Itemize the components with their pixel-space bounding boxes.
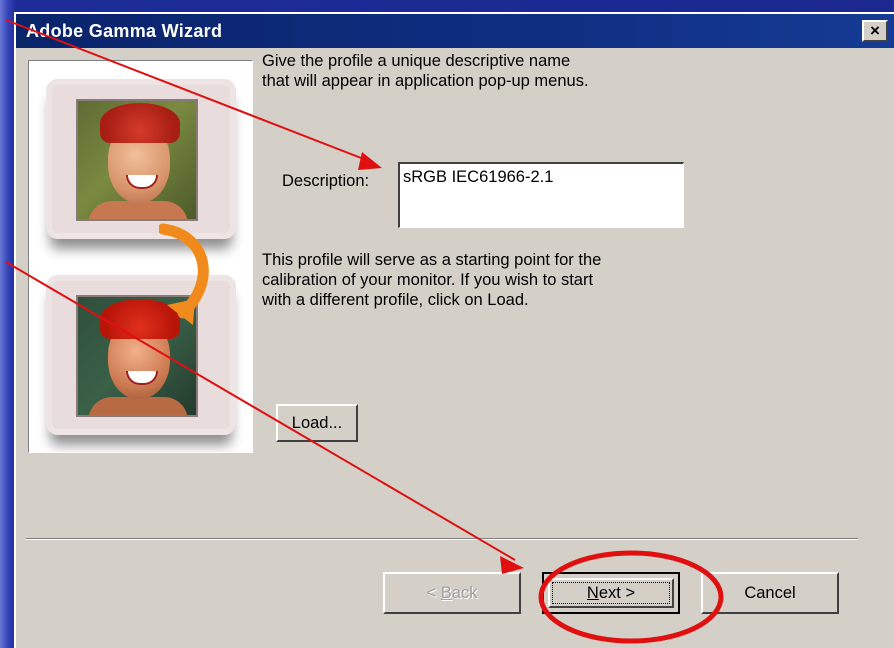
description-input[interactable]: sRGB IEC61966-2.1 bbox=[398, 162, 684, 228]
back-button[interactable]: < Back bbox=[383, 572, 521, 614]
footer-separator bbox=[26, 538, 858, 540]
load-button-label: Load... bbox=[291, 414, 343, 432]
intro-text: Give the profile a unique descriptive na… bbox=[262, 51, 742, 91]
back-rest: ack bbox=[451, 584, 478, 602]
cancel-button[interactable]: Cancel bbox=[701, 572, 839, 614]
curved-arrow-icon bbox=[159, 223, 209, 325]
close-button[interactable]: × bbox=[862, 20, 888, 42]
info-line-1: This profile will serve as a starting po… bbox=[262, 251, 602, 269]
info-text: This profile will serve as a starting po… bbox=[262, 250, 742, 310]
next-accelerator: N bbox=[586, 584, 599, 602]
description-label: Description: bbox=[282, 172, 370, 190]
intro-line-1: Give the profile a unique descriptive na… bbox=[262, 52, 571, 70]
title-bar[interactable]: Adobe Gamma Wizard × bbox=[16, 14, 894, 48]
load-button[interactable]: Load... bbox=[276, 404, 358, 442]
monitor-before-screen bbox=[76, 99, 198, 221]
info-line-2: calibration of your monitor. If you wish… bbox=[262, 271, 594, 289]
back-prefix: < bbox=[426, 584, 441, 602]
monitor-illustration bbox=[28, 60, 253, 453]
window-title: Adobe Gamma Wizard bbox=[26, 21, 223, 41]
close-icon: × bbox=[870, 21, 880, 40]
next-rest: ext > bbox=[598, 584, 636, 602]
description-value: sRGB IEC61966-2.1 bbox=[403, 168, 554, 186]
cancel-button-label: Cancel bbox=[744, 584, 796, 602]
monitor-before bbox=[46, 79, 236, 239]
next-button[interactable]: Next > bbox=[542, 572, 680, 614]
next-button-face: Next > bbox=[548, 578, 674, 608]
back-accelerator: B bbox=[440, 584, 452, 602]
info-line-3: with a different profile, click on Load. bbox=[262, 291, 529, 309]
intro-line-2: that will appear in application pop-up m… bbox=[262, 72, 589, 90]
